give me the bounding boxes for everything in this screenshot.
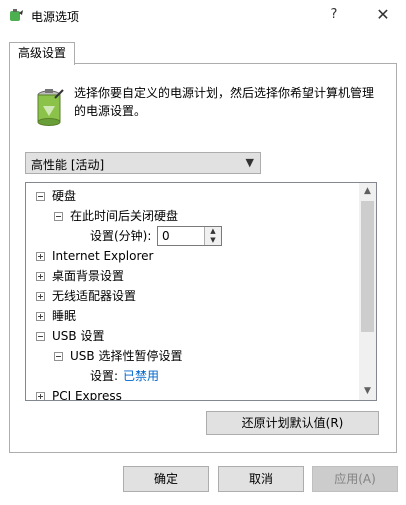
collapse-toggle-icon[interactable]	[54, 212, 63, 221]
setting-label: 设置:	[90, 369, 119, 383]
vertical-scrollbar[interactable]: ▲ ▼	[359, 183, 376, 400]
collapse-toggle-icon[interactable]	[36, 332, 45, 341]
setting-value-link[interactable]: 已禁用	[123, 366, 159, 386]
stepper-down-icon[interactable]: ▼	[205, 236, 221, 245]
chevron-down-icon: ▼	[245, 156, 254, 169]
expand-toggle-icon[interactable]	[36, 252, 45, 261]
ok-button[interactable]: 确定	[123, 466, 209, 492]
minutes-stepper[interactable]: 0 ▲ ▼	[157, 226, 222, 246]
tree-item-hard-disk[interactable]: 硬盘	[52, 186, 76, 206]
help-button[interactable]: ?	[322, 4, 346, 26]
tree-item-sleep[interactable]: 睡眠	[52, 306, 76, 326]
collapse-toggle-icon[interactable]	[54, 352, 63, 361]
tree-item-turn-off-disk[interactable]: 在此时间后关闭硬盘	[70, 206, 178, 226]
tree-item-usb-settings[interactable]: USB 设置	[52, 326, 104, 346]
battery-icon	[37, 89, 64, 126]
stepper-up-icon[interactable]: ▲	[205, 227, 221, 236]
tree-item-desktop-background[interactable]: 桌面背景设置	[52, 266, 124, 286]
settings-tree[interactable]: 硬盘 在此时间后关闭硬盘 设置(分钟): 0 ▲ ▼ Internet Expl…	[25, 182, 377, 401]
tree-item-usb-selective-suspend[interactable]: USB 选择性暂停设置	[70, 346, 182, 366]
tree-item-internet-explorer[interactable]: Internet Explorer	[52, 246, 153, 266]
expand-toggle-icon[interactable]	[36, 272, 45, 281]
cancel-button[interactable]: 取消	[218, 466, 304, 492]
expand-toggle-icon[interactable]	[36, 312, 45, 321]
apply-button[interactable]: 应用(A)	[312, 466, 398, 492]
tab-advanced-settings[interactable]: 高级设置	[9, 42, 75, 65]
close-button[interactable]: ✕	[368, 4, 398, 26]
tree-item-pci-express[interactable]: PCI Express	[52, 386, 122, 400]
expand-toggle-icon[interactable]	[36, 392, 45, 400]
expand-toggle-icon[interactable]	[36, 292, 45, 301]
power-options-icon	[10, 9, 23, 21]
power-plan-select[interactable]: 高性能 [活动] ▼	[25, 152, 261, 174]
scroll-up-icon[interactable]: ▲	[359, 183, 376, 200]
scroll-down-icon[interactable]: ▼	[359, 383, 376, 400]
minutes-value[interactable]: 0	[162, 228, 170, 245]
window-title: 电源选项	[31, 10, 80, 24]
description-text: 选择你要自定义的电源计划，然后选择你希望计算机管理的电源设置。	[74, 86, 375, 118]
setting-minutes-label: 设置(分钟):	[90, 229, 152, 243]
scroll-thumb[interactable]	[361, 201, 374, 332]
power-plan-value: 高性能 [活动]	[31, 158, 105, 172]
title-bar: 电源选项 ? ✕	[0, 0, 406, 31]
restore-defaults-button[interactable]: 还原计划默认值(R)	[206, 411, 379, 435]
collapse-toggle-icon[interactable]	[36, 192, 45, 201]
tree-item-wireless-adapter[interactable]: 无线适配器设置	[52, 286, 136, 306]
